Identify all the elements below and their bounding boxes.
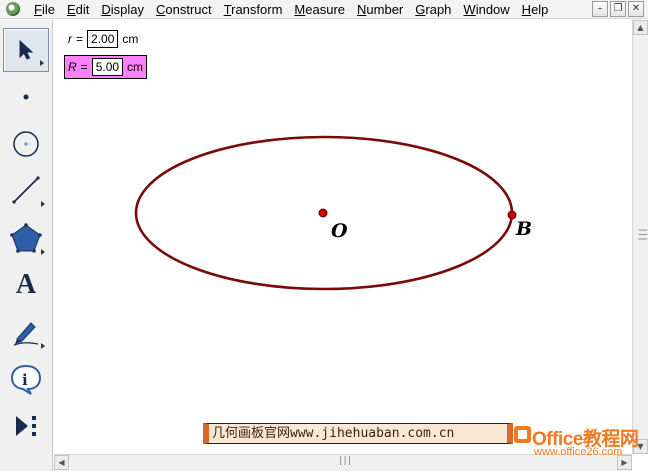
point-tool-icon [23,94,29,100]
menu-edit[interactable]: Edit [61,0,95,19]
label-B[interactable]: B [516,218,532,240]
scroll-up-button[interactable]: ▲ [633,20,648,35]
compass-tool[interactable] [3,122,49,166]
compass-tool-icon [13,131,39,157]
tool-flyout-icon [41,201,45,207]
app-icon[interactable] [6,2,20,16]
watermark-banner: 几何画板官网www.jihehuaban.com.cn [203,423,513,444]
menu-graph[interactable]: Graph [409,0,457,19]
custom-tool-icon [16,416,36,436]
menu-window[interactable]: Window [457,0,515,19]
label-O[interactable]: O [331,220,348,242]
point-tool[interactable] [3,75,49,119]
menu-help[interactable]: Help [516,0,555,19]
information-tool[interactable]: i [3,357,49,401]
horizontal-scroll-grip[interactable]: ||| [338,456,352,466]
menu-number[interactable]: Number [351,0,409,19]
vertical-scrollbar[interactable]: ▲ ||| ▼ [632,20,648,454]
menu-file[interactable]: File [28,0,61,19]
text-tool-icon: A [15,269,37,300]
polygon-tool-icon [10,223,42,253]
menu-measure[interactable]: Measure [288,0,351,19]
scroll-left-button[interactable]: ◀ [54,455,69,470]
arrow-tool[interactable] [3,28,49,72]
marker-tool-icon [13,322,39,346]
straightedge-tool-icon [12,176,40,204]
point-O[interactable] [318,208,328,218]
polygon-tool[interactable] [3,216,49,260]
straightedge-tool[interactable] [3,168,49,212]
tool-flyout-icon [40,60,44,66]
point-B[interactable] [507,210,517,220]
close-button[interactable]: ✕ [628,1,644,17]
minimize-button[interactable]: – [592,1,608,17]
sketch-canvas[interactable]: r = 2.00 cm R = 5.00 cm O B [54,20,632,454]
tool-flyout-icon [41,343,45,349]
menu-bar: File Edit Display Construct Transform Me… [0,0,648,19]
svg-text:i: i [22,371,28,389]
window-controls: – ❐ ✕ [592,1,644,17]
restore-button[interactable]: ❐ [610,1,626,17]
custom-tool[interactable] [3,404,49,448]
menu-construct[interactable]: Construct [150,0,218,19]
tool-flyout-icon [41,249,45,255]
information-tool-icon: i [10,364,42,395]
marker-tool[interactable] [3,310,49,354]
toolbox: A i [0,20,53,471]
vertical-scroll-grip[interactable]: ||| [638,227,648,240]
arrow-tool-icon [19,39,34,60]
text-tool[interactable]: A [3,263,49,307]
menu-display[interactable]: Display [95,0,150,19]
menu-transform[interactable]: Transform [218,0,289,19]
logo-url: www.office26.com [534,446,623,458]
